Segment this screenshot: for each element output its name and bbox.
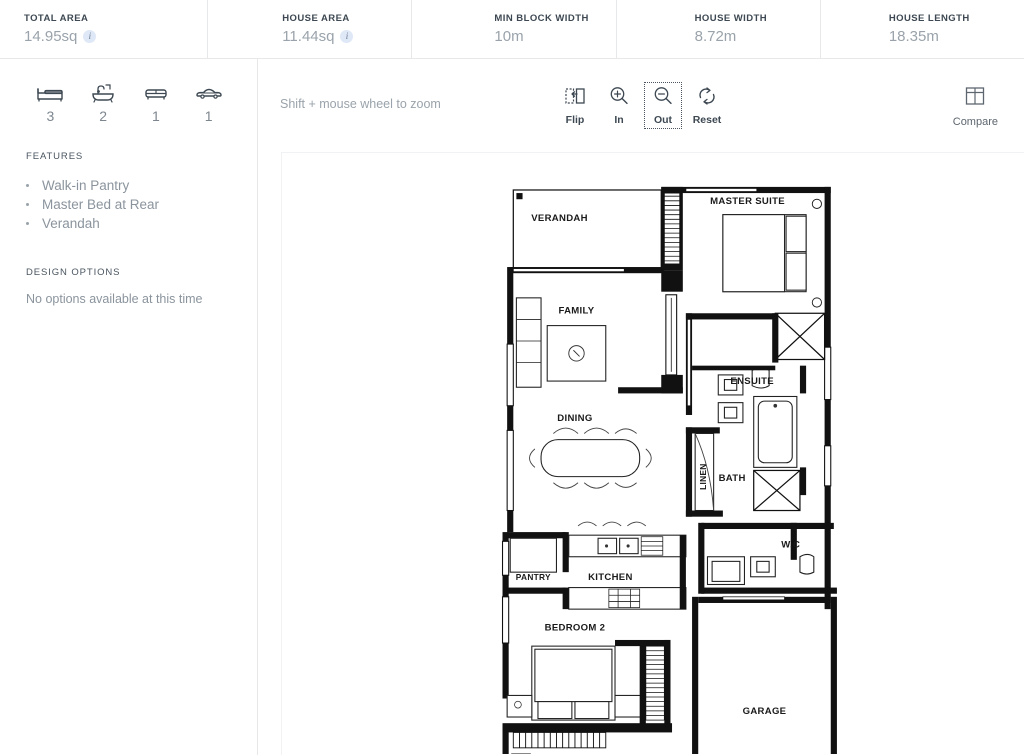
reset-label: Reset [692,114,722,126]
floorplan-viewer-app: TOTAL AREA 14.95sq i HOUSE AREA 11.44sq … [0,0,1024,755]
zoom-in-label: In [614,114,624,126]
stat-value: 11.44sq [282,28,335,45]
list-item: Master Bed at Rear [24,195,235,214]
refresh-icon [696,85,718,112]
stat-total-area: TOTAL AREA 14.95sq i [0,0,209,58]
flip-icon [564,85,586,112]
zoom-in-icon [608,85,630,112]
zoom-out-label: Out [653,114,673,126]
features-list: Walk-in Pantry Master Bed at Rear Verand… [24,176,235,233]
zoom-hint-text: Shift + mouse wheel to zoom [280,97,441,111]
compare-button[interactable]: Compare [953,85,998,128]
flip-button[interactable]: Flip [557,83,593,128]
design-options-heading: DESIGN OPTIONS [26,267,121,278]
plan-toolbar: Shift + mouse wheel to zoom Flip In Out … [258,59,1024,153]
list-item: Walk-in Pantry [24,176,235,195]
summary-count: 2 [99,108,108,124]
plan-tools: Flip In Out Reset [557,82,725,129]
stat-house-width: HOUSE WIDTH 8.72m [617,0,821,58]
body-region: 3 2 1 1 FEATURES Walk-in Pantry Master B… [0,59,1024,755]
features-heading: FEATURES [26,151,84,162]
room-label: LINEN [698,463,708,489]
summary-bathrooms: 2 [77,83,130,123]
compare-panes-icon [963,85,987,112]
list-item: Verandah [24,214,235,233]
bed-icon [36,83,64,103]
summary-count: 1 [151,108,160,124]
room-label: BATH [719,473,746,484]
compare-label: Compare [952,116,998,128]
stats-bar: TOTAL AREA 14.95sq i HOUSE AREA 11.44sq … [0,0,1024,59]
reset-button[interactable]: Reset [689,83,725,128]
room-label: FAMILY [558,305,594,316]
stat-house-length: HOUSE LENGTH 18.35m [821,0,1024,58]
flip-label: Flip [565,114,585,126]
room-label: GARAGE [743,706,787,717]
room-label: DINING [557,413,592,424]
sofa-icon [142,83,170,103]
room-label: BEDROOM 2 [545,623,606,634]
room-label: ENSUITE [730,376,774,387]
stat-value: 8.72m [694,28,737,45]
stat-label: HOUSE LENGTH [888,13,970,24]
stat-label: HOUSE WIDTH [694,13,768,24]
stat-house-area: HOUSE AREA 11.44sq i [208,0,413,58]
zoom-out-icon [652,85,674,112]
design-options-empty-message: No options available at this time [26,292,203,306]
room-label: KITCHEN [588,572,633,583]
info-icon[interactable]: i [83,30,97,43]
car-icon [195,83,223,103]
summary-bedrooms: 3 [24,83,77,123]
floorplan-drawing[interactable]: VERANDAH MASTER SUITE FAMILY DINING ENSU… [282,153,1022,754]
room-count-summary: 3 2 1 1 [24,83,235,123]
stat-value: 10m [494,28,524,45]
room-label: W.C [781,540,800,551]
stat-value: 18.35m [888,28,939,45]
summary-count: 1 [204,108,213,124]
plan-geometry [501,186,837,754]
room-label: VERANDAH [531,213,588,224]
zoom-in-button[interactable]: In [601,83,637,128]
stat-label: HOUSE AREA [282,13,350,24]
bath-icon [89,83,117,103]
stat-value: 14.95sq [24,28,78,45]
stat-label: TOTAL AREA [24,13,89,24]
info-icon[interactable]: i [340,30,354,43]
zoom-out-button[interactable]: Out [644,82,682,129]
room-label: MASTER SUITE [710,196,785,207]
stat-min-block-width: MIN BLOCK WIDTH 10m [412,0,617,58]
room-label: PANTRY [516,572,551,582]
stat-label: MIN BLOCK WIDTH [494,13,589,24]
summary-garage: 1 [182,83,235,123]
plan-viewport[interactable]: VERANDAH MASTER SUITE FAMILY DINING ENSU… [282,153,1024,755]
summary-count: 3 [46,108,55,124]
plan-canvas[interactable]: VERANDAH MASTER SUITE FAMILY DINING ENSU… [282,153,1024,755]
sidebar: 3 2 1 1 FEATURES Walk-in Pantry Master B… [0,59,258,755]
summary-living: 1 [130,83,183,123]
plan-pane: Shift + mouse wheel to zoom Flip In Out … [258,59,1024,755]
